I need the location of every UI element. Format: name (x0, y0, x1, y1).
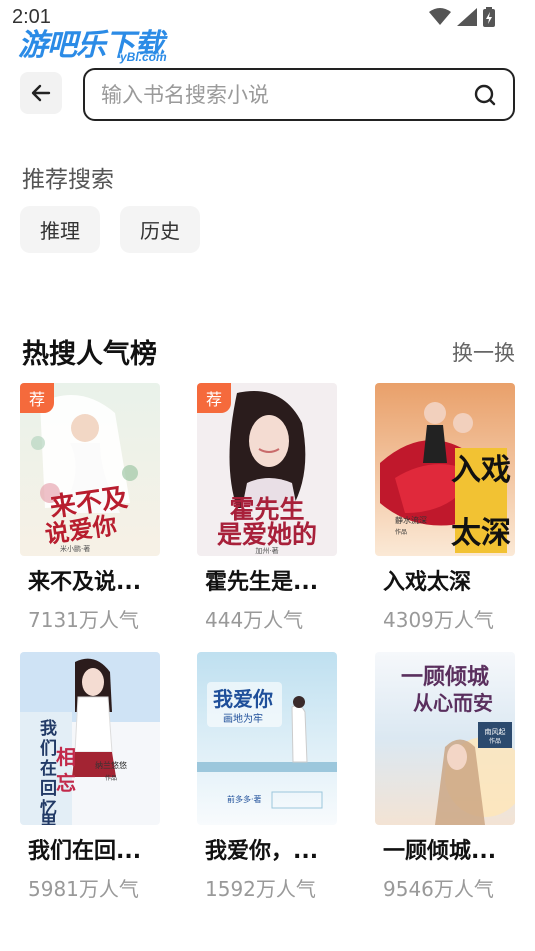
book-cover-art: 我 们 在 回 忆 里 相 忘 纳兰悠悠 作品 (20, 652, 160, 825)
svg-text:在: 在 (40, 758, 57, 779)
watermark-logo: 游吧乐下载 yBl.com (18, 20, 167, 64)
book-cover[interactable]: 来不及 说爱你 米小鹏·著 荐 (20, 383, 160, 556)
svg-text:里: 里 (40, 813, 57, 825)
book-title[interactable]: 我们在回... (28, 833, 160, 865)
svg-text:我爱你: 我爱你 (213, 687, 273, 711)
book-cover-art: 入戏 太深 静水流深 作品 (375, 383, 515, 556)
svg-text:忘: 忘 (56, 771, 76, 795)
book-title[interactable]: 入戏太深 (383, 564, 515, 596)
svg-text:纳兰悠悠: 纳兰悠悠 (95, 760, 127, 770)
svg-text:相: 相 (56, 745, 76, 769)
book-popularity: 444万人气 (205, 608, 304, 632)
book-cover[interactable]: 我爱你 画地为牢 前多多·著 (197, 652, 337, 825)
book-card[interactable]: 来不及 说爱你 米小鹏·著 荐 来不及说... 7131万人气 (20, 383, 160, 633)
status-icons (429, 7, 495, 27)
recommended-tags: 推理 历史 (20, 206, 200, 253)
hot-title: 热搜人气榜 (22, 339, 157, 370)
svg-text:作品: 作品 (395, 528, 407, 536)
book-cover[interactable]: 霍先生 是爱她的 加州·著 荐 (197, 383, 337, 556)
svg-text:米小鹏·著: 米小鹏·著 (60, 544, 90, 553)
search-input[interactable] (101, 80, 461, 110)
book-title[interactable]: 我爱你，... (205, 833, 337, 865)
book-title[interactable]: 一顾倾城... (383, 833, 515, 865)
refresh-button[interactable]: 换一换 (452, 337, 515, 367)
svg-text:从心而安: 从心而安 (413, 691, 493, 715)
svg-text:作品: 作品 (105, 774, 117, 782)
book-cover-art: 我爱你 画地为牢 前多多·著 (197, 652, 337, 825)
svg-text:一顾倾城: 一顾倾城 (401, 664, 489, 690)
recommend-badge: 荐 (197, 383, 231, 413)
search-icon[interactable] (473, 83, 497, 107)
battery-icon (483, 7, 495, 27)
book-popularity: 4309万人气 (383, 608, 494, 632)
signal-icon (457, 8, 477, 26)
svg-text:作品: 作品 (489, 737, 501, 745)
svg-text:回: 回 (40, 779, 57, 799)
svg-text:我: 我 (40, 719, 57, 739)
recommend-badge: 荐 (20, 383, 54, 413)
book-cover[interactable]: 我 们 在 回 忆 里 相 忘 纳兰悠悠 作品 (20, 652, 160, 825)
watermark-sub: yBl.com (120, 50, 167, 64)
arrow-left-icon (31, 84, 51, 102)
book-popularity: 7131万人气 (28, 608, 139, 632)
search-row (0, 68, 535, 122)
book-card[interactable]: 霍先生 是爱她的 加州·著 荐 霍先生是... 444万人气 (197, 383, 337, 633)
book-cover[interactable]: 一顾倾城 从心而安 南风起 作品 (375, 652, 515, 825)
svg-text:太深: 太深 (451, 516, 511, 551)
wifi-icon (429, 8, 451, 25)
book-popularity: 9546万人气 (383, 877, 494, 901)
book-cover[interactable]: 入戏 太深 静水流深 作品 (375, 383, 515, 556)
book-card[interactable]: 一顾倾城 从心而安 南风起 作品 一顾倾城... 9546万人气 (375, 652, 515, 902)
svg-text:是爱她的: 是爱她的 (217, 520, 317, 549)
book-title[interactable]: 霍先生是... (205, 564, 337, 596)
svg-text:前多多·著: 前多多·著 (227, 794, 262, 804)
tag-button[interactable]: 历史 (120, 206, 200, 253)
book-popularity: 1592万人气 (205, 877, 316, 901)
search-box[interactable] (83, 68, 515, 121)
svg-text:加州·著: 加州·著 (255, 546, 278, 555)
svg-text:们: 们 (40, 738, 57, 759)
book-card[interactable]: 入戏 太深 静水流深 作品 入戏太深 4309万人气 (375, 383, 515, 633)
book-title[interactable]: 来不及说... (28, 564, 160, 596)
status-bar: 2:01 游吧乐下载 yBl.com (0, 0, 535, 64)
book-card[interactable]: 我 们 在 回 忆 里 相 忘 纳兰悠悠 作品 我们在回... 5981万人气 (20, 652, 160, 902)
svg-text:画地为牢: 画地为牢 (223, 712, 263, 725)
back-button[interactable] (20, 72, 62, 114)
svg-text:南风起: 南风起 (485, 727, 506, 736)
svg-text:入戏: 入戏 (451, 453, 511, 488)
book-cover-art: 一顾倾城 从心而安 南风起 作品 (375, 652, 515, 825)
book-card[interactable]: 我爱你 画地为牢 前多多·著 我爱你，... 1592万人气 (197, 652, 337, 902)
recommended-title: 推荐搜索 (22, 167, 114, 193)
book-popularity: 5981万人气 (28, 877, 139, 901)
svg-text:静水流深: 静水流深 (395, 515, 427, 525)
tag-button[interactable]: 推理 (20, 206, 100, 253)
